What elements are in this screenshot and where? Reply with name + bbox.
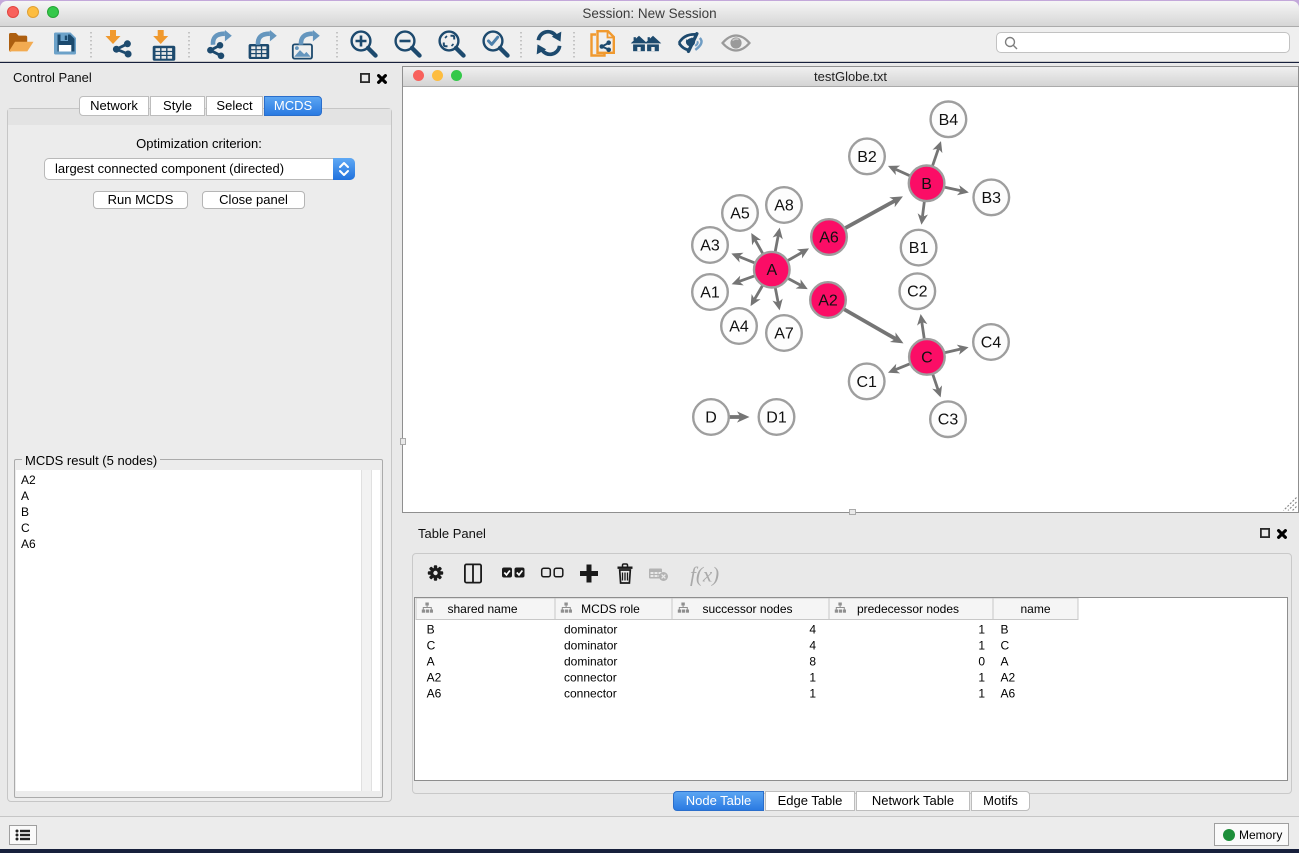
svg-text:B3: B3: [982, 190, 1002, 207]
svg-text:shared name: shared name: [447, 602, 517, 616]
svg-text:A4: A4: [729, 319, 749, 336]
svg-text:C2: C2: [907, 284, 928, 301]
svg-text:C: C: [427, 639, 436, 653]
svg-text:f(x): f(x): [690, 563, 719, 587]
svg-text:4: 4: [809, 639, 816, 653]
svg-text:D: D: [705, 410, 717, 427]
svg-text:1: 1: [978, 623, 985, 637]
svg-text:A7: A7: [774, 326, 794, 343]
svg-text:predecessor nodes: predecessor nodes: [857, 602, 959, 616]
svg-text:A1: A1: [700, 285, 720, 302]
svg-text:A5: A5: [730, 206, 750, 223]
svg-text:C: C: [921, 349, 933, 366]
svg-text:A2: A2: [427, 671, 442, 685]
svg-text:A2: A2: [1001, 671, 1016, 685]
svg-text:A2: A2: [818, 293, 838, 310]
svg-text:A6: A6: [427, 687, 442, 701]
svg-text:0: 0: [978, 655, 985, 669]
svg-text:B: B: [921, 176, 932, 193]
svg-text:C1: C1: [856, 374, 877, 391]
svg-text:1: 1: [978, 639, 985, 653]
svg-text:A3: A3: [700, 238, 720, 255]
svg-text:name: name: [1020, 602, 1050, 616]
svg-text:C: C: [1001, 639, 1010, 653]
svg-text:C3: C3: [938, 412, 959, 429]
svg-text:C4: C4: [981, 335, 1002, 352]
svg-text:8: 8: [809, 655, 816, 669]
svg-text:A8: A8: [774, 198, 794, 215]
svg-text:dominator: dominator: [564, 655, 617, 669]
svg-text:B: B: [427, 623, 435, 637]
svg-text:successor nodes: successor nodes: [702, 602, 792, 616]
svg-text:B1: B1: [909, 240, 929, 257]
svg-text:B2: B2: [857, 149, 877, 166]
svg-text:MCDS role: MCDS role: [581, 602, 640, 616]
svg-text:connector: connector: [564, 687, 617, 701]
svg-text:B: B: [1001, 623, 1009, 637]
svg-text:A6: A6: [1001, 687, 1016, 701]
svg-text:4: 4: [809, 623, 816, 637]
svg-text:dominator: dominator: [564, 623, 617, 637]
svg-text:1: 1: [809, 687, 816, 701]
svg-text:A: A: [766, 262, 777, 279]
svg-text:A: A: [1001, 655, 1009, 669]
svg-text:D1: D1: [766, 410, 787, 427]
svg-text:connector: connector: [564, 671, 617, 685]
svg-text:1: 1: [978, 671, 985, 685]
svg-text:1: 1: [978, 687, 985, 701]
svg-text:1: 1: [809, 671, 816, 685]
svg-text:A: A: [427, 655, 435, 669]
svg-text:A6: A6: [819, 230, 839, 247]
svg-text:dominator: dominator: [564, 639, 617, 653]
svg-text:B4: B4: [939, 112, 959, 129]
